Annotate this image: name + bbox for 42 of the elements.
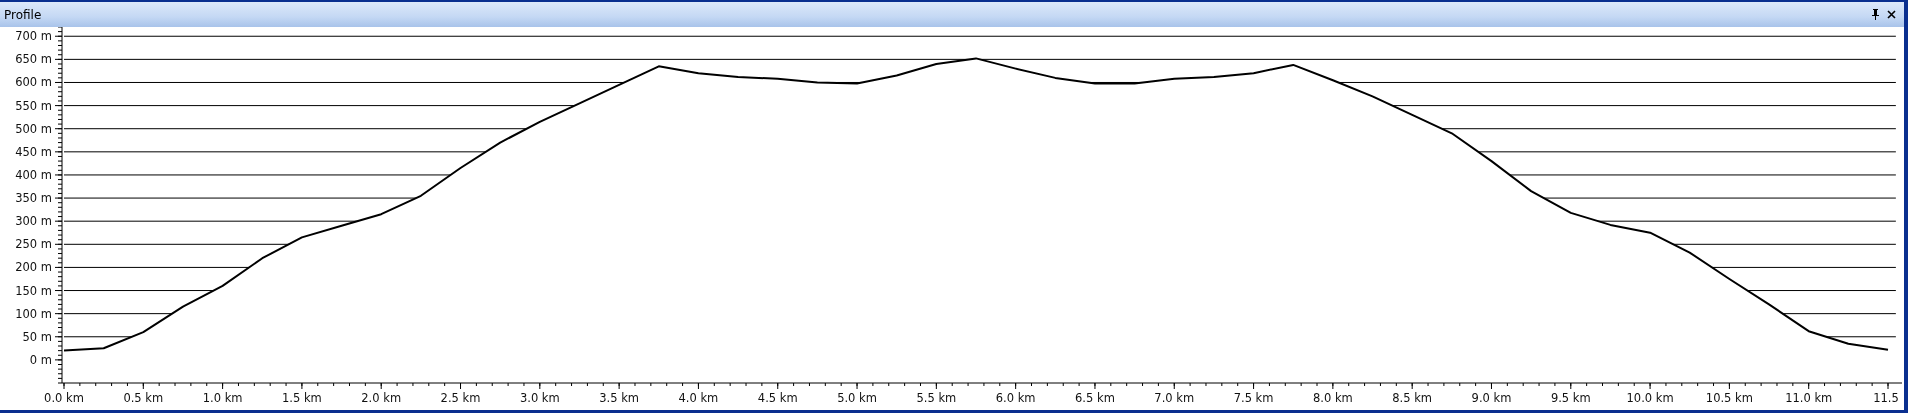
y-tick-label: 250 m (15, 237, 52, 252)
y-tick-label: 150 m (15, 283, 52, 298)
y-tick-label: 0 m (29, 352, 52, 367)
y-tick-label: 700 m (15, 29, 52, 44)
x-tick-label: 0.5 km (123, 391, 164, 405)
x-tick-label: 4.0 km (678, 391, 719, 405)
x-tick-label: 7.0 km (1154, 391, 1195, 405)
x-tick-label: 2.5 km (440, 391, 481, 405)
x-tick-label: 1.5 km (282, 391, 322, 405)
x-tick-label: 5.5 km (916, 391, 957, 405)
y-tick-label: 550 m (15, 98, 52, 113)
x-tick-label: 1.0 km (202, 391, 243, 405)
x-tick-label: 8.5 km (1392, 391, 1433, 405)
x-tick-label: 5.0 km (837, 391, 877, 405)
x-tick-label: 3.0 km (519, 391, 560, 405)
y-tick-label: 650 m (15, 52, 52, 67)
pin-icon[interactable] (1871, 9, 1880, 20)
y-tick-label: 350 m (15, 191, 52, 206)
x-tick-label: 6.0 km (995, 391, 1036, 405)
y-tick-label: 450 m (15, 144, 52, 159)
x-tick-label: 11.5 (1873, 391, 1899, 405)
x-tick-label: 10.5 km (1705, 391, 1753, 405)
x-tick-label: 10.0 km (1626, 391, 1674, 405)
y-tick-label: 400 m (15, 167, 52, 182)
x-tick-label: 3.5 km (599, 391, 640, 405)
x-tick-label: 2.0 km (361, 391, 402, 405)
y-tick-label: 500 m (15, 121, 52, 136)
x-tick-label: 6.5 km (1075, 391, 1115, 405)
y-tick-label: 600 m (15, 75, 52, 90)
x-tick-label: 0.0 km (44, 391, 84, 405)
x-tick-label: 4.5 km (757, 391, 798, 405)
x-tick-label: 8.0 km (1312, 391, 1353, 405)
y-tick-label: 50 m (22, 329, 52, 344)
window-title: Profile (4, 7, 42, 22)
x-tick-label: 7.5 km (1233, 391, 1274, 405)
x-tick-label: 9.0 km (1471, 391, 1512, 405)
y-tick-label: 100 m (15, 306, 52, 321)
y-tick-label: 300 m (15, 214, 52, 229)
x-tick-label: 9.5 km (1550, 391, 1591, 405)
close-icon[interactable] (1887, 10, 1896, 19)
y-tick-label: 200 m (15, 260, 52, 275)
x-tick-label: 11.0 km (1785, 391, 1833, 405)
